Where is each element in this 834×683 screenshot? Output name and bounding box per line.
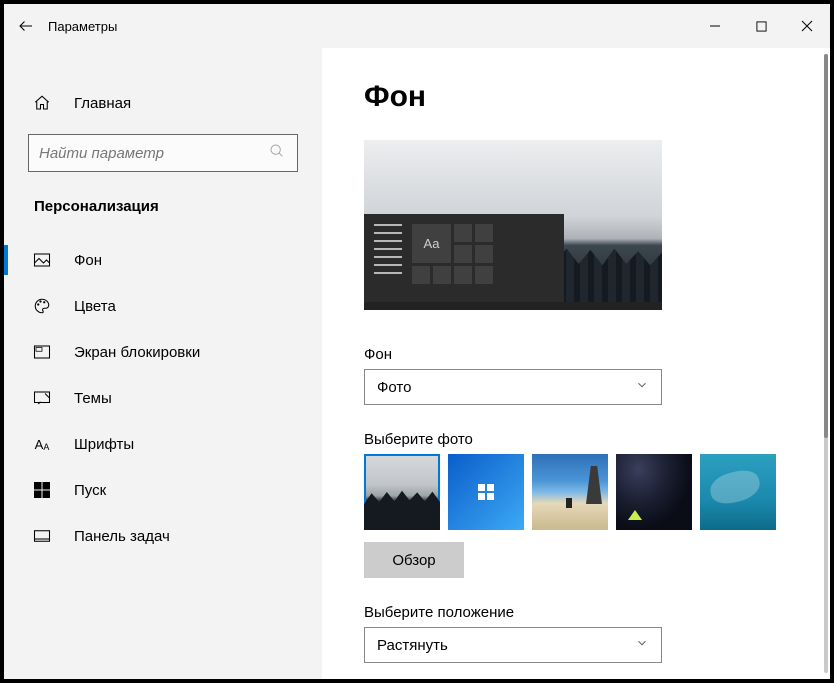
thumbnail-5[interactable] (700, 454, 776, 530)
sidebar: Главная Персонализация Фон Цвета (4, 48, 322, 679)
taskbar-icon (32, 527, 52, 545)
content-area: Фон Aa Фон (322, 48, 830, 679)
sidebar-item-colors[interactable]: Цвета (4, 283, 322, 329)
sidebar-section-header: Персонализация (4, 198, 322, 215)
home-icon (32, 94, 52, 112)
brush-icon (32, 389, 52, 407)
thumbnail-2[interactable] (448, 454, 524, 530)
sidebar-item-taskbar[interactable]: Панель задач (4, 513, 322, 559)
minimize-icon (709, 20, 721, 32)
titlebar: Параметры (4, 4, 830, 48)
thumbnail-4[interactable] (616, 454, 692, 530)
choose-photo-label: Выберите фото (364, 431, 788, 448)
sidebar-item-fonts[interactable]: AA Шрифты (4, 421, 322, 467)
start-icon (32, 482, 52, 498)
chevron-down-icon (635, 378, 649, 396)
sidebar-item-label: Цвета (74, 298, 116, 315)
sidebar-home-label: Главная (74, 95, 131, 112)
scrollbar[interactable] (824, 54, 828, 673)
minimize-button[interactable] (692, 4, 738, 48)
chevron-down-icon (635, 636, 649, 654)
maximize-button[interactable] (738, 4, 784, 48)
sidebar-item-label: Темы (74, 390, 112, 407)
sidebar-item-label: Пуск (74, 482, 106, 499)
background-type-dropdown[interactable]: Фото (364, 369, 662, 405)
dropdown-value: Фото (377, 379, 411, 396)
fit-dropdown[interactable]: Растянуть (364, 627, 662, 663)
arrow-left-icon (17, 17, 35, 35)
settings-window: Параметры Главная (0, 0, 834, 683)
sidebar-item-themes[interactable]: Темы (4, 375, 322, 421)
sidebar-item-background[interactable]: Фон (4, 237, 322, 283)
background-type-label: Фон (364, 346, 788, 363)
window-title: Параметры (48, 19, 117, 34)
maximize-icon (756, 21, 767, 32)
picture-icon (32, 251, 52, 269)
close-icon (801, 20, 813, 32)
sidebar-item-label: Панель задач (74, 528, 170, 545)
thumbnail-1[interactable] (364, 454, 440, 530)
browse-button[interactable]: Обзор (364, 542, 464, 578)
search-icon (269, 143, 287, 164)
page-title: Фон (364, 80, 788, 114)
sidebar-item-label: Шрифты (74, 436, 134, 453)
thumbnail-3[interactable] (532, 454, 608, 530)
sidebar-item-start[interactable]: Пуск (4, 467, 322, 513)
wallpaper-preview: Aa (364, 140, 662, 310)
search-input[interactable] (39, 145, 269, 162)
lockscreen-icon (32, 343, 52, 361)
fit-label: Выберите положение (364, 604, 788, 621)
back-button[interactable] (4, 4, 48, 48)
sidebar-item-lockscreen[interactable]: Экран блокировки (4, 329, 322, 375)
sidebar-item-label: Экран блокировки (74, 344, 200, 361)
search-box[interactable] (28, 134, 298, 172)
close-button[interactable] (784, 4, 830, 48)
dropdown-value: Растянуть (377, 637, 448, 654)
sidebar-item-label: Фон (74, 252, 102, 269)
thumbnail-row (364, 454, 788, 530)
fonts-icon: AA (32, 437, 52, 452)
preview-sample-text: Aa (412, 224, 451, 263)
palette-icon (32, 297, 52, 315)
sidebar-home[interactable]: Главная (4, 82, 322, 124)
window-controls (692, 4, 830, 48)
start-menu-preview: Aa (364, 214, 564, 310)
